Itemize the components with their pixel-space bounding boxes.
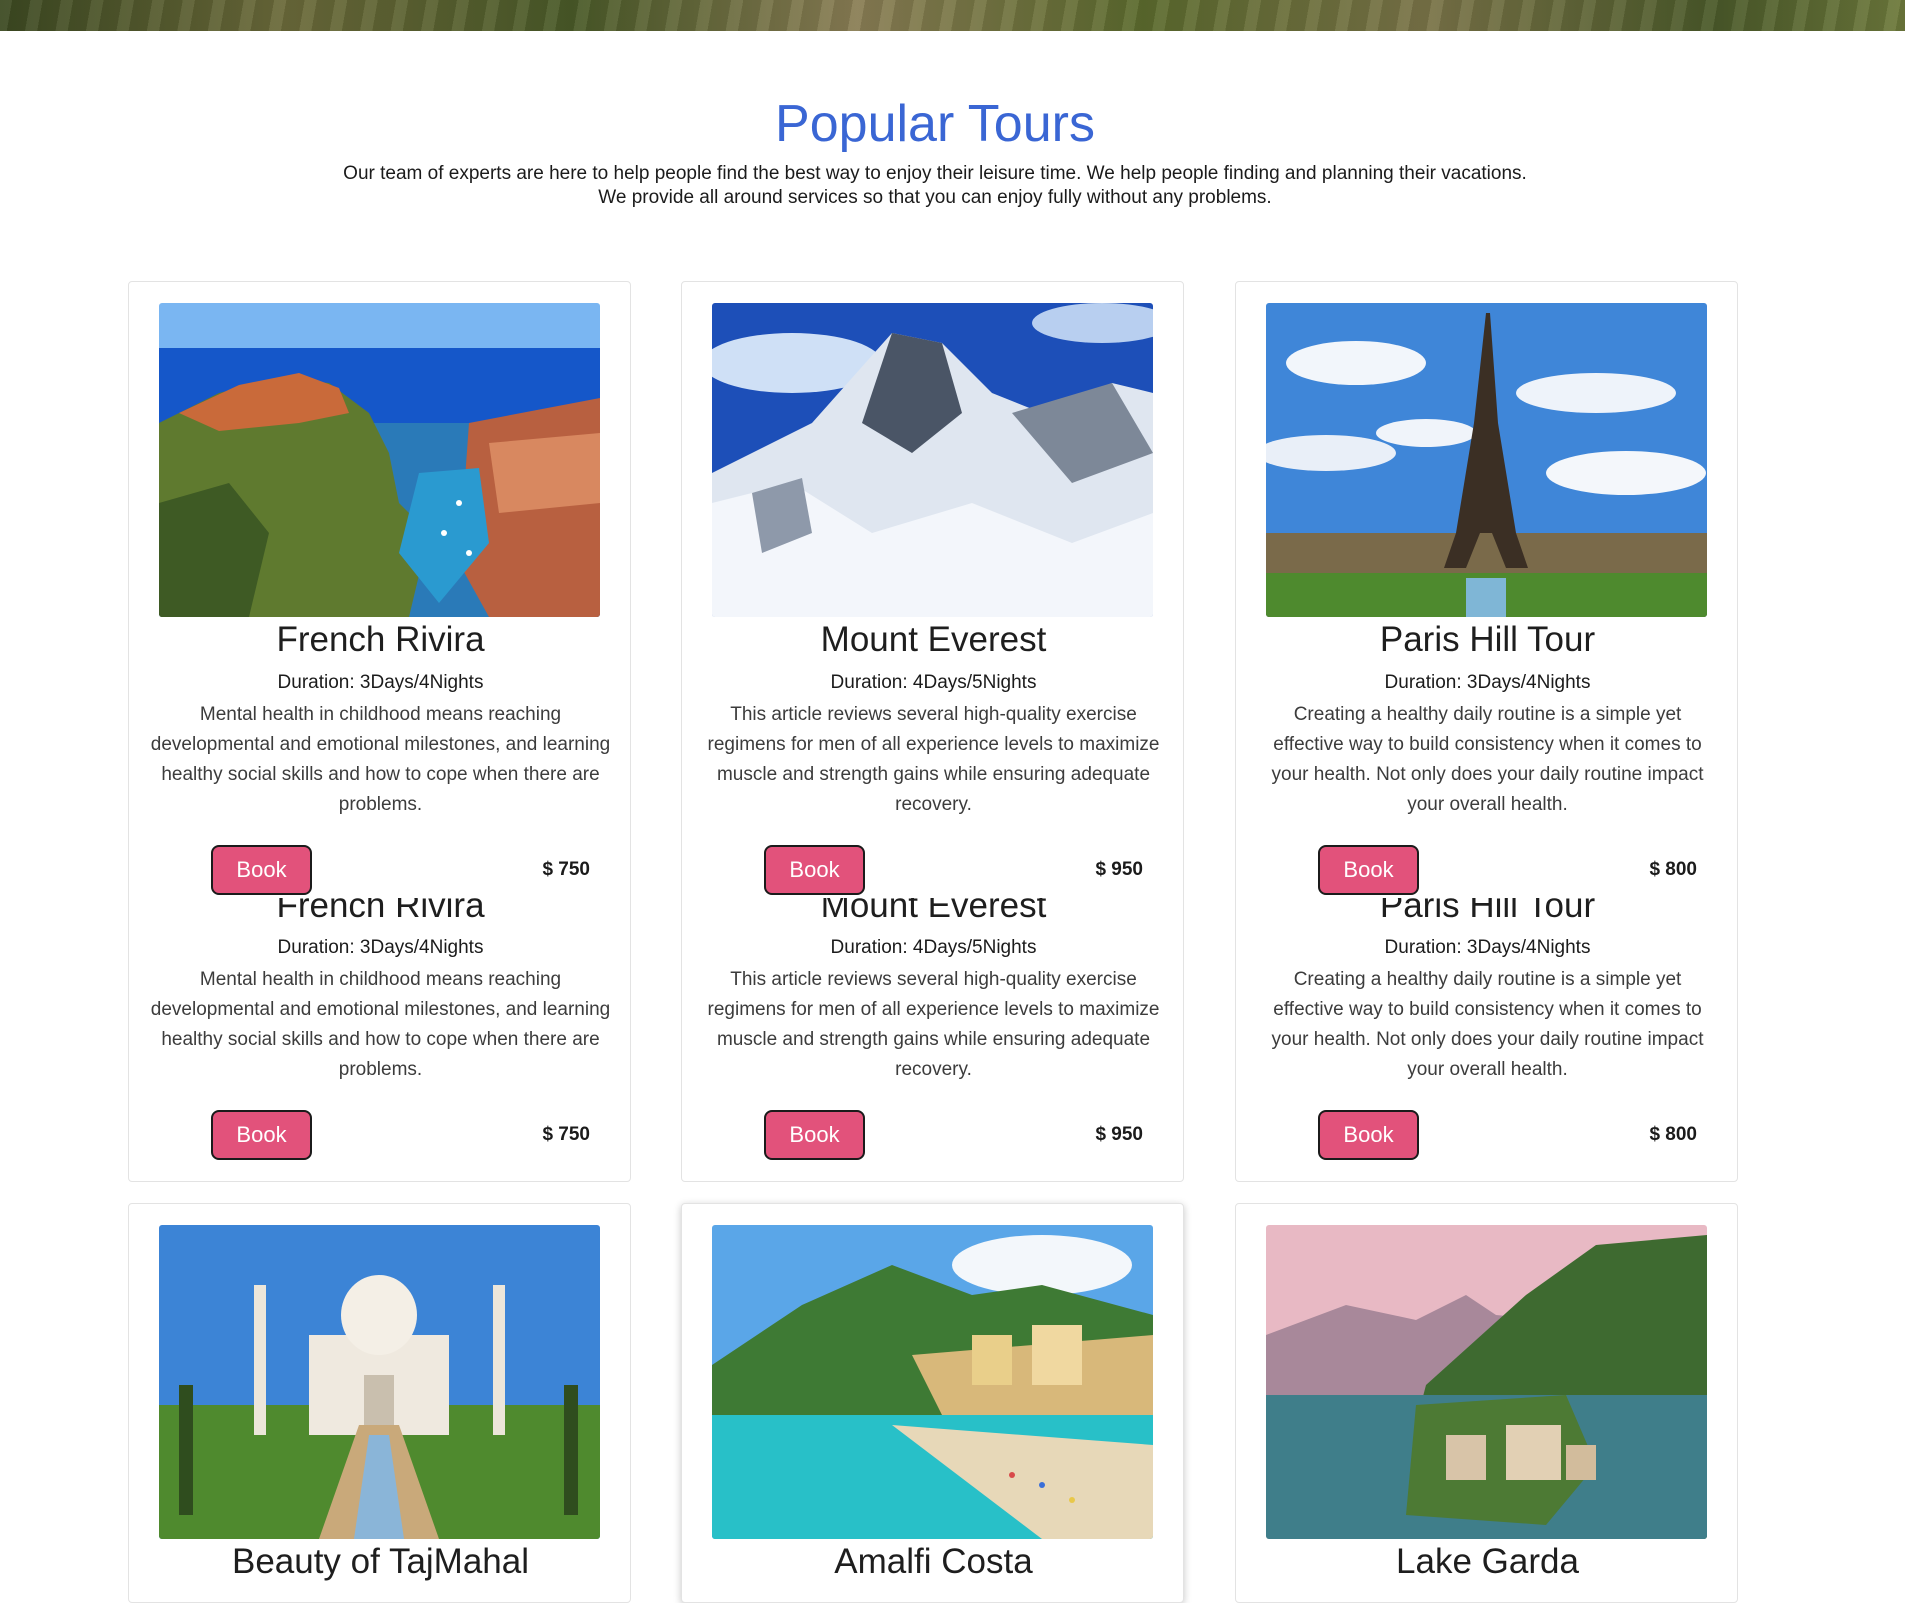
tour-image-amalfi-costa — [712, 1225, 1153, 1539]
tour-description: This article reviews several high-qualit… — [707, 969, 1160, 1080]
tour-title-overflow: Paris Hill Tour — [1236, 898, 1739, 920]
tour-title: Amalfi Costa — [834, 1542, 1033, 1581]
tour-duration: Duration: 3Days/4Nights — [1384, 937, 1591, 958]
tour-duration: Duration: 3Days/4Nights — [277, 672, 484, 693]
book-button[interactable]: Book — [764, 845, 865, 895]
tour-title: French Rivira — [276, 620, 485, 659]
tour-duration: Duration: 4Days/5Nights — [830, 672, 1037, 693]
tour-card-mount-everest: Mount Everest Duration: 4Days/5Nights Th… — [681, 281, 1184, 1182]
tour-price: $ 750 — [542, 859, 590, 880]
book-button[interactable]: Book — [764, 1110, 865, 1160]
book-button[interactable]: Book — [211, 1110, 312, 1160]
tour-title: Paris Hill Tour — [1379, 898, 1596, 920]
tour-card-amalfi-costa: Amalfi Costa — [681, 1203, 1184, 1603]
tour-image-paris-hill-tour — [1266, 303, 1707, 617]
tour-duration: Duration: 4Days/5Nights — [830, 937, 1037, 958]
tour-image-mount-everest — [712, 303, 1153, 617]
tour-title: Mount Everest — [820, 898, 1047, 920]
tour-card-lake-garda: Lake Garda — [1235, 1203, 1738, 1603]
tour-title: Beauty of TajMahal — [231, 1542, 530, 1581]
subtitle-line-1: Our team of experts are here to help peo… — [343, 163, 1527, 184]
tour-price: $ 800 — [1649, 1124, 1697, 1145]
tour-title: Mount Everest — [820, 620, 1047, 659]
tour-description: Creating a healthy daily routine is a si… — [1271, 969, 1704, 1080]
tour-card-french-rivira: French Rivira Duration: 3Days/4Nights Me… — [128, 281, 631, 1182]
subtitle-line-2: We provide all around services so that y… — [598, 187, 1272, 208]
book-button[interactable]: Book — [1318, 1110, 1419, 1160]
tour-image-beauty-of-tajmahal — [159, 1225, 600, 1539]
tour-description: Creating a healthy daily routine is a si… — [1271, 704, 1704, 815]
tour-title-overflow: French Rivira — [129, 898, 632, 920]
tour-card-beauty-of-tajmahal: Beauty of TajMahal — [128, 1203, 631, 1603]
tour-card-paris-hill-tour: Paris Hill Tour Duration: 3Days/4Nights … — [1235, 281, 1738, 1182]
tour-duration: Duration: 3Days/4Nights — [277, 937, 484, 958]
tour-title: Lake Garda — [1396, 1542, 1579, 1581]
tour-price: $ 750 — [542, 1124, 590, 1145]
section-subtitle: Our team of experts are here to help peo… — [0, 162, 1870, 210]
tour-image-lake-garda — [1266, 1225, 1707, 1539]
tour-image-french-rivira — [159, 303, 600, 617]
tour-title: Paris Hill Tour — [1379, 620, 1596, 659]
book-button[interactable]: Book — [1318, 845, 1419, 895]
hero-banner-image — [0, 0, 1905, 31]
tour-title: French Rivira — [276, 898, 485, 920]
section-title: Popular Tours — [775, 95, 1095, 153]
book-button[interactable]: Book — [211, 845, 312, 895]
tour-description: Mental health in childhood means reachin… — [150, 704, 611, 815]
tour-description: This article reviews several high-qualit… — [707, 704, 1160, 815]
tour-duration: Duration: 3Days/4Nights — [1384, 672, 1591, 693]
tour-price: $ 950 — [1095, 859, 1143, 880]
tour-title-overflow: Mount Everest — [682, 898, 1185, 920]
tour-price: $ 800 — [1649, 859, 1697, 880]
tour-description: Mental health in childhood means reachin… — [150, 969, 611, 1080]
tour-price: $ 950 — [1095, 1124, 1143, 1145]
